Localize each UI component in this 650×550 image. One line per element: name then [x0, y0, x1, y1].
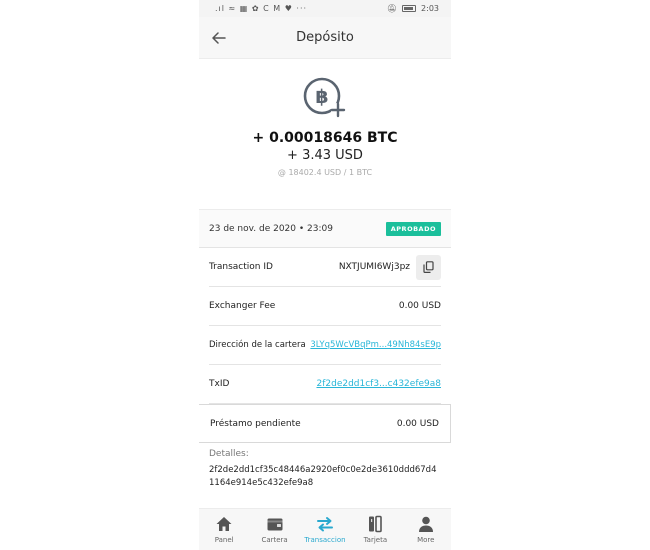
copy-icon: [423, 261, 434, 273]
amount-btc: + 0.00018646 BTC: [252, 130, 398, 146]
transaction-id-group: NXTJUMI6Wj3pz: [338, 254, 441, 280]
txid-label: TxID: [209, 379, 230, 389]
nav-item-card[interactable]: Tarjeta: [350, 515, 400, 544]
exchanger-fee-row: Exchanger Fee 0.00 USD: [209, 287, 441, 326]
amount-usd: + 3.43 USD: [287, 148, 363, 163]
txid-link[interactable]: 2f2de2dd1cf3...c432efe9a8: [316, 379, 441, 389]
details-section: Detalles: 2f2de2dd1cf35c48446a2920ef0c0e…: [199, 443, 451, 490]
transaction-id-value: NXTJUMI6Wj3pz: [338, 262, 410, 272]
transaction-id-row: Transaction ID NXTJUMI6Wj3pz: [209, 248, 441, 287]
status-icons: .ıl ≈ ▦ ✿ C M ♥ ···: [215, 4, 308, 13]
card-icon: [369, 515, 383, 533]
transfer-icon: [316, 517, 333, 532]
nav-label-more: More: [417, 536, 435, 544]
battery-icon: [402, 5, 417, 12]
exchanger-fee-label: Exchanger Fee: [209, 301, 276, 311]
nav-label-wallet: Cartera: [261, 536, 288, 544]
wallet-address-row: Dirección de la cartera 3LYq5WcVBqPm...4…: [209, 326, 441, 365]
clock: 2:03: [421, 4, 439, 13]
wallet-address-link[interactable]: 3LYq5WcVBqPm...49Nh84sE9p: [310, 340, 441, 350]
details-label: Detalles:: [209, 449, 249, 459]
details-value: 2f2de2dd1cf35c48446a2920ef0c0e2de3610ddd…: [209, 465, 437, 488]
nav-label-panel: Panel: [214, 536, 234, 544]
exchange-rate: @ 18402.4 USD / 1 BTC: [277, 168, 373, 177]
status-bar: .ıl ≈ ▦ ✿ C M ♥ ··· 🔕︎ 2:03: [199, 0, 451, 17]
phone-screen: .ıl ≈ ▦ ✿ C M ♥ ··· 🔕︎ 2:03 Depósito ฿ +…: [199, 0, 451, 550]
nav-label-transactions: Transaccion: [304, 536, 346, 544]
back-button[interactable]: [210, 29, 228, 47]
app-bar: Depósito: [199, 17, 451, 59]
wallet-address-label: Dirección de la cartera: [209, 340, 306, 350]
status-row: 23 de nov. de 2020 • 23:09 APROBADO: [199, 209, 451, 248]
bitcoin-deposit-icon: ฿: [303, 77, 346, 118]
amount-summary: ฿ + 0.00018646 BTC + 3.43 USD @ 18402.4 …: [199, 59, 451, 209]
person-icon: [418, 516, 433, 532]
nav-item-more[interactable]: More: [401, 515, 451, 544]
nav-label-card: Tarjeta: [363, 536, 388, 544]
copy-button[interactable]: [416, 254, 441, 280]
arrow-left-icon: [212, 32, 226, 44]
svg-text:฿: ฿: [315, 86, 328, 108]
nav-item-panel[interactable]: Panel: [199, 515, 249, 544]
nav-item-wallet[interactable]: Cartera: [250, 515, 300, 544]
status-right: 🔕︎ 2:03: [387, 4, 439, 13]
wallet-icon: [267, 518, 283, 531]
status-badge: APROBADO: [385, 221, 441, 236]
page-title: Depósito: [296, 30, 354, 45]
exchanger-fee-value: 0.00 USD: [398, 301, 441, 311]
home-icon: [216, 517, 232, 531]
pending-loan-label: Préstamo pendiente: [210, 418, 301, 429]
pending-loan-row: Préstamo pendiente 0.00 USD: [199, 404, 451, 443]
mute-icon: 🔕︎: [386, 4, 398, 13]
transaction-id-label: Transaction ID: [209, 262, 273, 272]
pending-loan-value: 0.00 USD: [396, 418, 439, 429]
txid-row: TxID 2f2de2dd1cf3...c432efe9a8: [209, 365, 441, 404]
transaction-date: 23 de nov. de 2020 • 23:09: [209, 223, 333, 234]
bottom-navigation: Panel Cartera Transaccion Tarjeta More: [199, 508, 451, 550]
nav-item-transactions[interactable]: Transaccion: [300, 515, 350, 544]
